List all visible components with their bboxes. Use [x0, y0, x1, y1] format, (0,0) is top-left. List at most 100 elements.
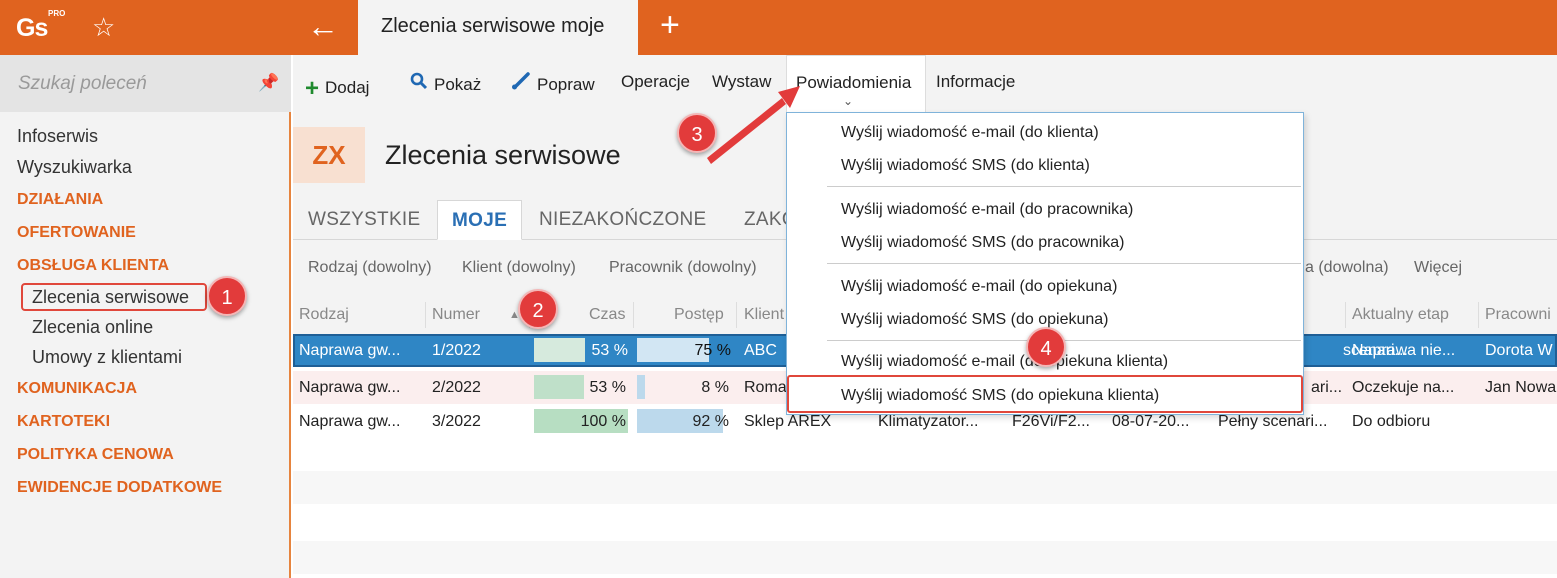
chevron-down-icon: ⌄: [843, 94, 854, 108]
menu-item-sms-client[interactable]: Wyślij wiadomość SMS (do klienta): [841, 157, 1090, 175]
cell-type: Naprawa gw...: [299, 379, 401, 396]
column-divider: [425, 302, 426, 328]
sidebar-section-obsluga-klienta[interactable]: OBSŁUGA KLIENTA: [0, 249, 291, 282]
callout-badge-1: 1: [207, 276, 247, 316]
filter-date[interactable]: a (dowolna): [1305, 259, 1389, 277]
tab-moje[interactable]: MOJE: [437, 200, 523, 240]
sidebar-item-zlecenia-online[interactable]: Zlecenia online: [0, 312, 291, 342]
command-search-input[interactable]: [0, 55, 291, 112]
logo-text: Gs: [16, 14, 48, 42]
cell-stage: Do odbioru: [1352, 413, 1431, 430]
menu-divider: [827, 186, 1301, 187]
pin-icon[interactable]: 📌: [258, 73, 279, 93]
time-bar: 53 %: [534, 375, 628, 399]
window-tab-active[interactable]: Zlecenia serwisowe moje: [358, 0, 638, 55]
notifications-button[interactable]: Powiadomienia ⌄: [786, 55, 926, 112]
progress-bar-fill: [637, 375, 645, 399]
sidebar-item-zlecenia-serwisowe[interactable]: Zlecenia serwisowe: [0, 282, 291, 312]
cell-number: 2/2022: [432, 379, 481, 396]
cell-number: 3/2022: [432, 413, 481, 430]
sidebar-section-ewidencje[interactable]: EWIDENCJE DODATKOWE: [0, 471, 291, 504]
filter-more[interactable]: Więcej: [1414, 259, 1462, 277]
sidebar-section-komunikacja[interactable]: KOMUNIKACJA: [0, 372, 291, 405]
back-arrow-icon[interactable]: ←: [307, 8, 339, 45]
brush-icon: [511, 72, 531, 95]
sidebar: 📌 Infoserwis Wyszukiwarka DZIAŁANIA OFER…: [0, 55, 291, 578]
cell-client: Sklep AREX: [744, 413, 832, 430]
magnifier-icon: [410, 72, 428, 95]
time-value: 53 %: [591, 342, 628, 359]
column-header-number[interactable]: Numer: [432, 306, 480, 324]
cell-scenario: ari...: [1311, 379, 1343, 396]
title-bar: Gs PRO ☆ ← Zlecenia serwisowe moje +: [0, 0, 1557, 55]
add-button[interactable]: + Dodaj: [305, 72, 369, 102]
cell-scenario: Pełny scenari...: [1218, 413, 1328, 430]
toolbar: + Dodaj Pokaż Popraw Operacje Wystaw Powi…: [293, 55, 1557, 112]
notifications-menu: Wyślij wiadomość e-mail (do klienta) Wyś…: [786, 112, 1304, 415]
notifications-label: Powiadomienia: [796, 73, 912, 92]
progress-value: 92 %: [692, 413, 729, 430]
callout-badge-3: 3: [677, 113, 717, 153]
highlight-box-1: [21, 283, 207, 311]
module-badge: ZX: [293, 127, 365, 183]
column-divider: [736, 302, 737, 328]
cell-employee: Dorota W: [1485, 342, 1553, 359]
cell-date: 08-07-20...: [1112, 413, 1190, 430]
sidebar-item-umowy[interactable]: Umowy z klientami: [0, 342, 291, 372]
menu-item-email-guardian[interactable]: Wyślij wiadomość e-mail (do opiekuna): [841, 278, 1117, 296]
menu-divider: [827, 263, 1301, 264]
tab-wszystkie[interactable]: WSZYSTKIE: [308, 200, 421, 240]
empty-row: [293, 506, 1557, 539]
cell-number: 1/2022: [432, 342, 481, 359]
logo-pro: PRO: [48, 9, 66, 18]
filter-client[interactable]: Klient (dowolny): [462, 259, 576, 277]
column-header-type[interactable]: Rodzaj: [299, 306, 349, 324]
progress-bar: 75 %: [637, 338, 733, 362]
cell-type: Naprawa gw...: [299, 413, 401, 430]
callout-badge-2: 2: [518, 289, 558, 329]
cell-stage: Naprawa nie...: [1352, 342, 1456, 359]
menu-item-email-employee[interactable]: Wyślij wiadomość e-mail (do pracownika): [841, 201, 1133, 219]
column-header-time[interactable]: Czas: [589, 306, 625, 324]
sidebar-section-polityka-cenowa[interactable]: POLITYKA CENOWA: [0, 438, 291, 471]
command-search: 📌: [0, 55, 291, 112]
menu-item-sms-employee[interactable]: Wyślij wiadomość SMS (do pracownika): [841, 234, 1125, 252]
new-tab-plus-icon[interactable]: +: [660, 6, 680, 45]
column-divider: [633, 302, 634, 328]
app-logo[interactable]: Gs PRO: [0, 0, 70, 55]
callout-badge-4: 4: [1026, 327, 1066, 367]
cell-employee: Jan Nowa: [1485, 379, 1557, 396]
time-bar-fill: [534, 338, 585, 362]
sidebar-item-wyszukiwarka[interactable]: Wyszukiwarka: [0, 152, 291, 183]
tab-niezakonczone[interactable]: NIEZAKOŃCZONE: [539, 200, 707, 240]
info-button[interactable]: Informacje: [936, 72, 1015, 92]
sidebar-section-kartoteki[interactable]: KARTOTEKI: [0, 405, 291, 438]
menu-item-sms-client-guardian[interactable]: Wyślij wiadomość SMS (do opiekuna klient…: [841, 387, 1159, 405]
cell-type: Naprawa gw...: [299, 342, 401, 359]
menu-item-sms-guardian[interactable]: Wyślij wiadomość SMS (do opiekuna): [841, 311, 1109, 329]
menu-item-email-client-guardian[interactable]: Wyślij wiadomość e-mail (do opiekuna kli…: [841, 353, 1168, 371]
column-header-progress[interactable]: Postęp: [674, 306, 724, 324]
operations-button[interactable]: Operacje: [621, 72, 690, 92]
cell-client: ABC: [744, 342, 777, 359]
window-tab-label: Zlecenia serwisowe moje: [381, 15, 605, 37]
time-bar: 100 %: [534, 409, 628, 433]
menu-item-email-client[interactable]: Wyślij wiadomość e-mail (do klienta): [841, 124, 1099, 142]
column-header-client[interactable]: Klient: [744, 306, 784, 324]
sidebar-item-infoserwis[interactable]: Infoserwis: [0, 121, 291, 152]
sidebar-section-ofertowanie[interactable]: OFERTOWANIE: [0, 216, 291, 249]
column-header-stage[interactable]: Aktualny etap: [1352, 306, 1449, 324]
filter-employee[interactable]: Pracownik (dowolny): [609, 259, 757, 277]
cell-model: F26Vi/F2...: [1012, 413, 1090, 430]
progress-bar: 92 %: [637, 409, 731, 433]
issue-button[interactable]: Wystaw: [712, 72, 771, 92]
page-title: Zlecenia serwisowe: [385, 140, 621, 170]
time-bar-fill: [534, 375, 584, 399]
show-button[interactable]: Pokaż: [410, 72, 481, 95]
sidebar-section-dzialania[interactable]: DZIAŁANIA: [0, 183, 291, 216]
star-icon[interactable]: ☆: [92, 12, 115, 43]
edit-button[interactable]: Popraw: [511, 72, 595, 95]
filter-type[interactable]: Rodzaj (dowolny): [308, 259, 432, 277]
column-header-employee[interactable]: Pracowni: [1485, 306, 1551, 324]
column-divider: [1478, 302, 1479, 328]
